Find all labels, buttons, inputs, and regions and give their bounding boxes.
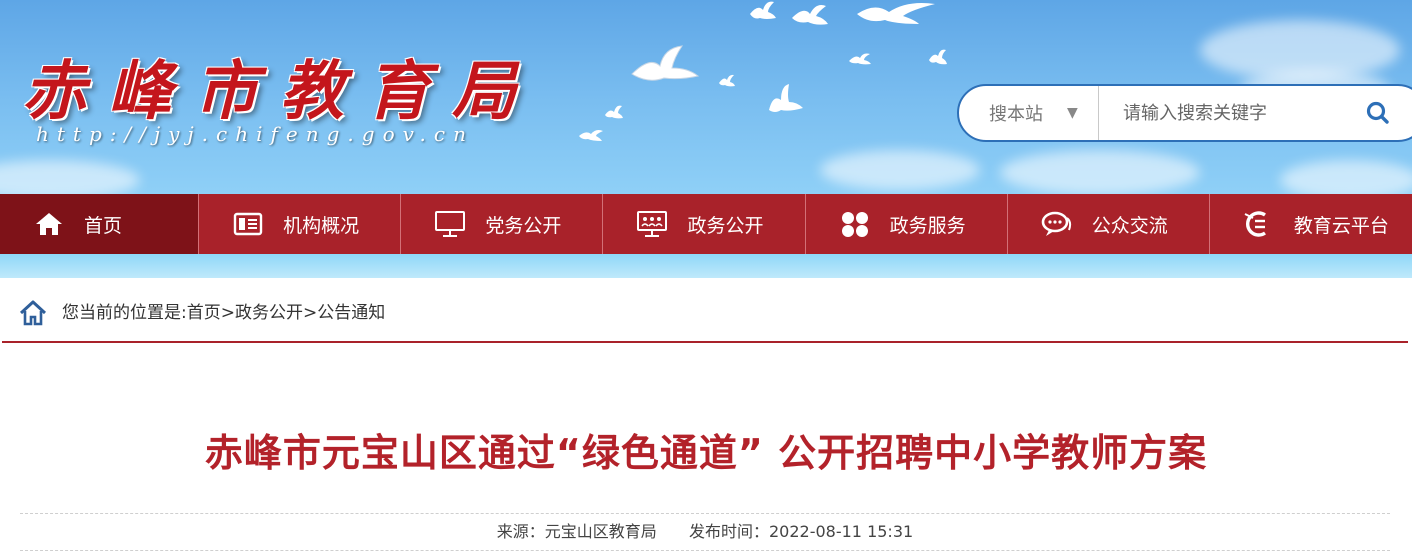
banner-bottom-strip <box>0 254 1412 278</box>
nav-item-home[interactable]: 首页 <box>0 194 200 254</box>
dove-icon <box>857 3 935 24</box>
dove-icon <box>792 5 828 25</box>
breadcrumb-path[interactable]: 首页>政务公开>公告通知 <box>187 300 386 326</box>
monitor-icon <box>433 210 467 238</box>
education-cloud-icon <box>1242 210 1276 238</box>
dove-icon <box>849 53 871 65</box>
nav-item-label: 政务公开 <box>687 214 764 237</box>
search-scope-dropdown[interactable]: 搜本站 ▼ <box>959 86 1099 140</box>
dove-icon <box>929 49 947 65</box>
nav-item-government-affairs[interactable]: 政务公开 <box>603 194 806 254</box>
search-icon <box>1366 101 1389 124</box>
site-title: 赤峰市教育局 <box>22 54 538 129</box>
nav-item-label: 教育云平台 <box>1293 214 1389 237</box>
organization-icon <box>231 210 265 238</box>
nav-item-label: 机构概况 <box>283 214 360 237</box>
article-title: 赤峰市元宝山区通过“绿色通道” 公开招聘中小学教师方案 <box>204 431 1208 475</box>
article-meta: 来源：元宝山区教育局 发布时间：2022-08-11 15:31 <box>20 513 1390 551</box>
nav-item-party-affairs[interactable]: 党务公开 <box>401 194 604 254</box>
nav-item-government-services[interactable]: 政务服务 <box>806 194 1008 254</box>
nav-item-organization[interactable]: 机构概况 <box>199 194 402 254</box>
dove-icon <box>769 84 803 112</box>
nav-item-education-cloud[interactable]: 教育云平台 <box>1210 194 1412 254</box>
grid-icon <box>838 210 872 238</box>
dove-icon <box>750 1 776 19</box>
nav-item-label: 公众交流 <box>1091 214 1168 237</box>
search-button[interactable] <box>1365 86 1412 140</box>
article-source: 来源：元宝山区教育局 <box>496 522 657 541</box>
dove-icon <box>719 74 735 87</box>
site-url: http://jyj.chifeng.gov.cn <box>36 122 474 146</box>
article-date: 发布时间：2022-08-11 15:31 <box>689 522 914 541</box>
dove-icon <box>631 45 700 81</box>
cloud <box>820 150 980 190</box>
nav-item-label: 首页 <box>84 214 123 237</box>
search-input[interactable] <box>1099 86 1365 140</box>
nav-item-label: 政务服务 <box>889 214 966 237</box>
home-icon <box>32 210 66 238</box>
dropdown-arrow-icon: ▼ <box>1067 105 1078 121</box>
chat-icon <box>1040 210 1074 238</box>
breadcrumb-prefix: 您当前的位置是: <box>62 303 187 323</box>
nav-item-public-exchange[interactable]: 公众交流 <box>1008 194 1210 254</box>
cloud <box>1000 150 1200 195</box>
nav-item-label: 党务公开 <box>485 214 562 237</box>
home-icon <box>19 300 47 326</box>
search-box: 搜本站 ▼ <box>957 84 1412 142</box>
main-nav: 首页 机构概况 党务公开 政务公开 政务服务 公众交流 教育云平台 <box>0 194 1412 254</box>
breadcrumb: 您当前的位置是: 首页>政务公开>公告通知 <box>2 300 1408 343</box>
dove-icon <box>605 105 623 119</box>
presentation-icon <box>635 210 669 238</box>
dove-icon <box>579 130 603 141</box>
search-scope-label: 搜本站 <box>989 104 1043 125</box>
